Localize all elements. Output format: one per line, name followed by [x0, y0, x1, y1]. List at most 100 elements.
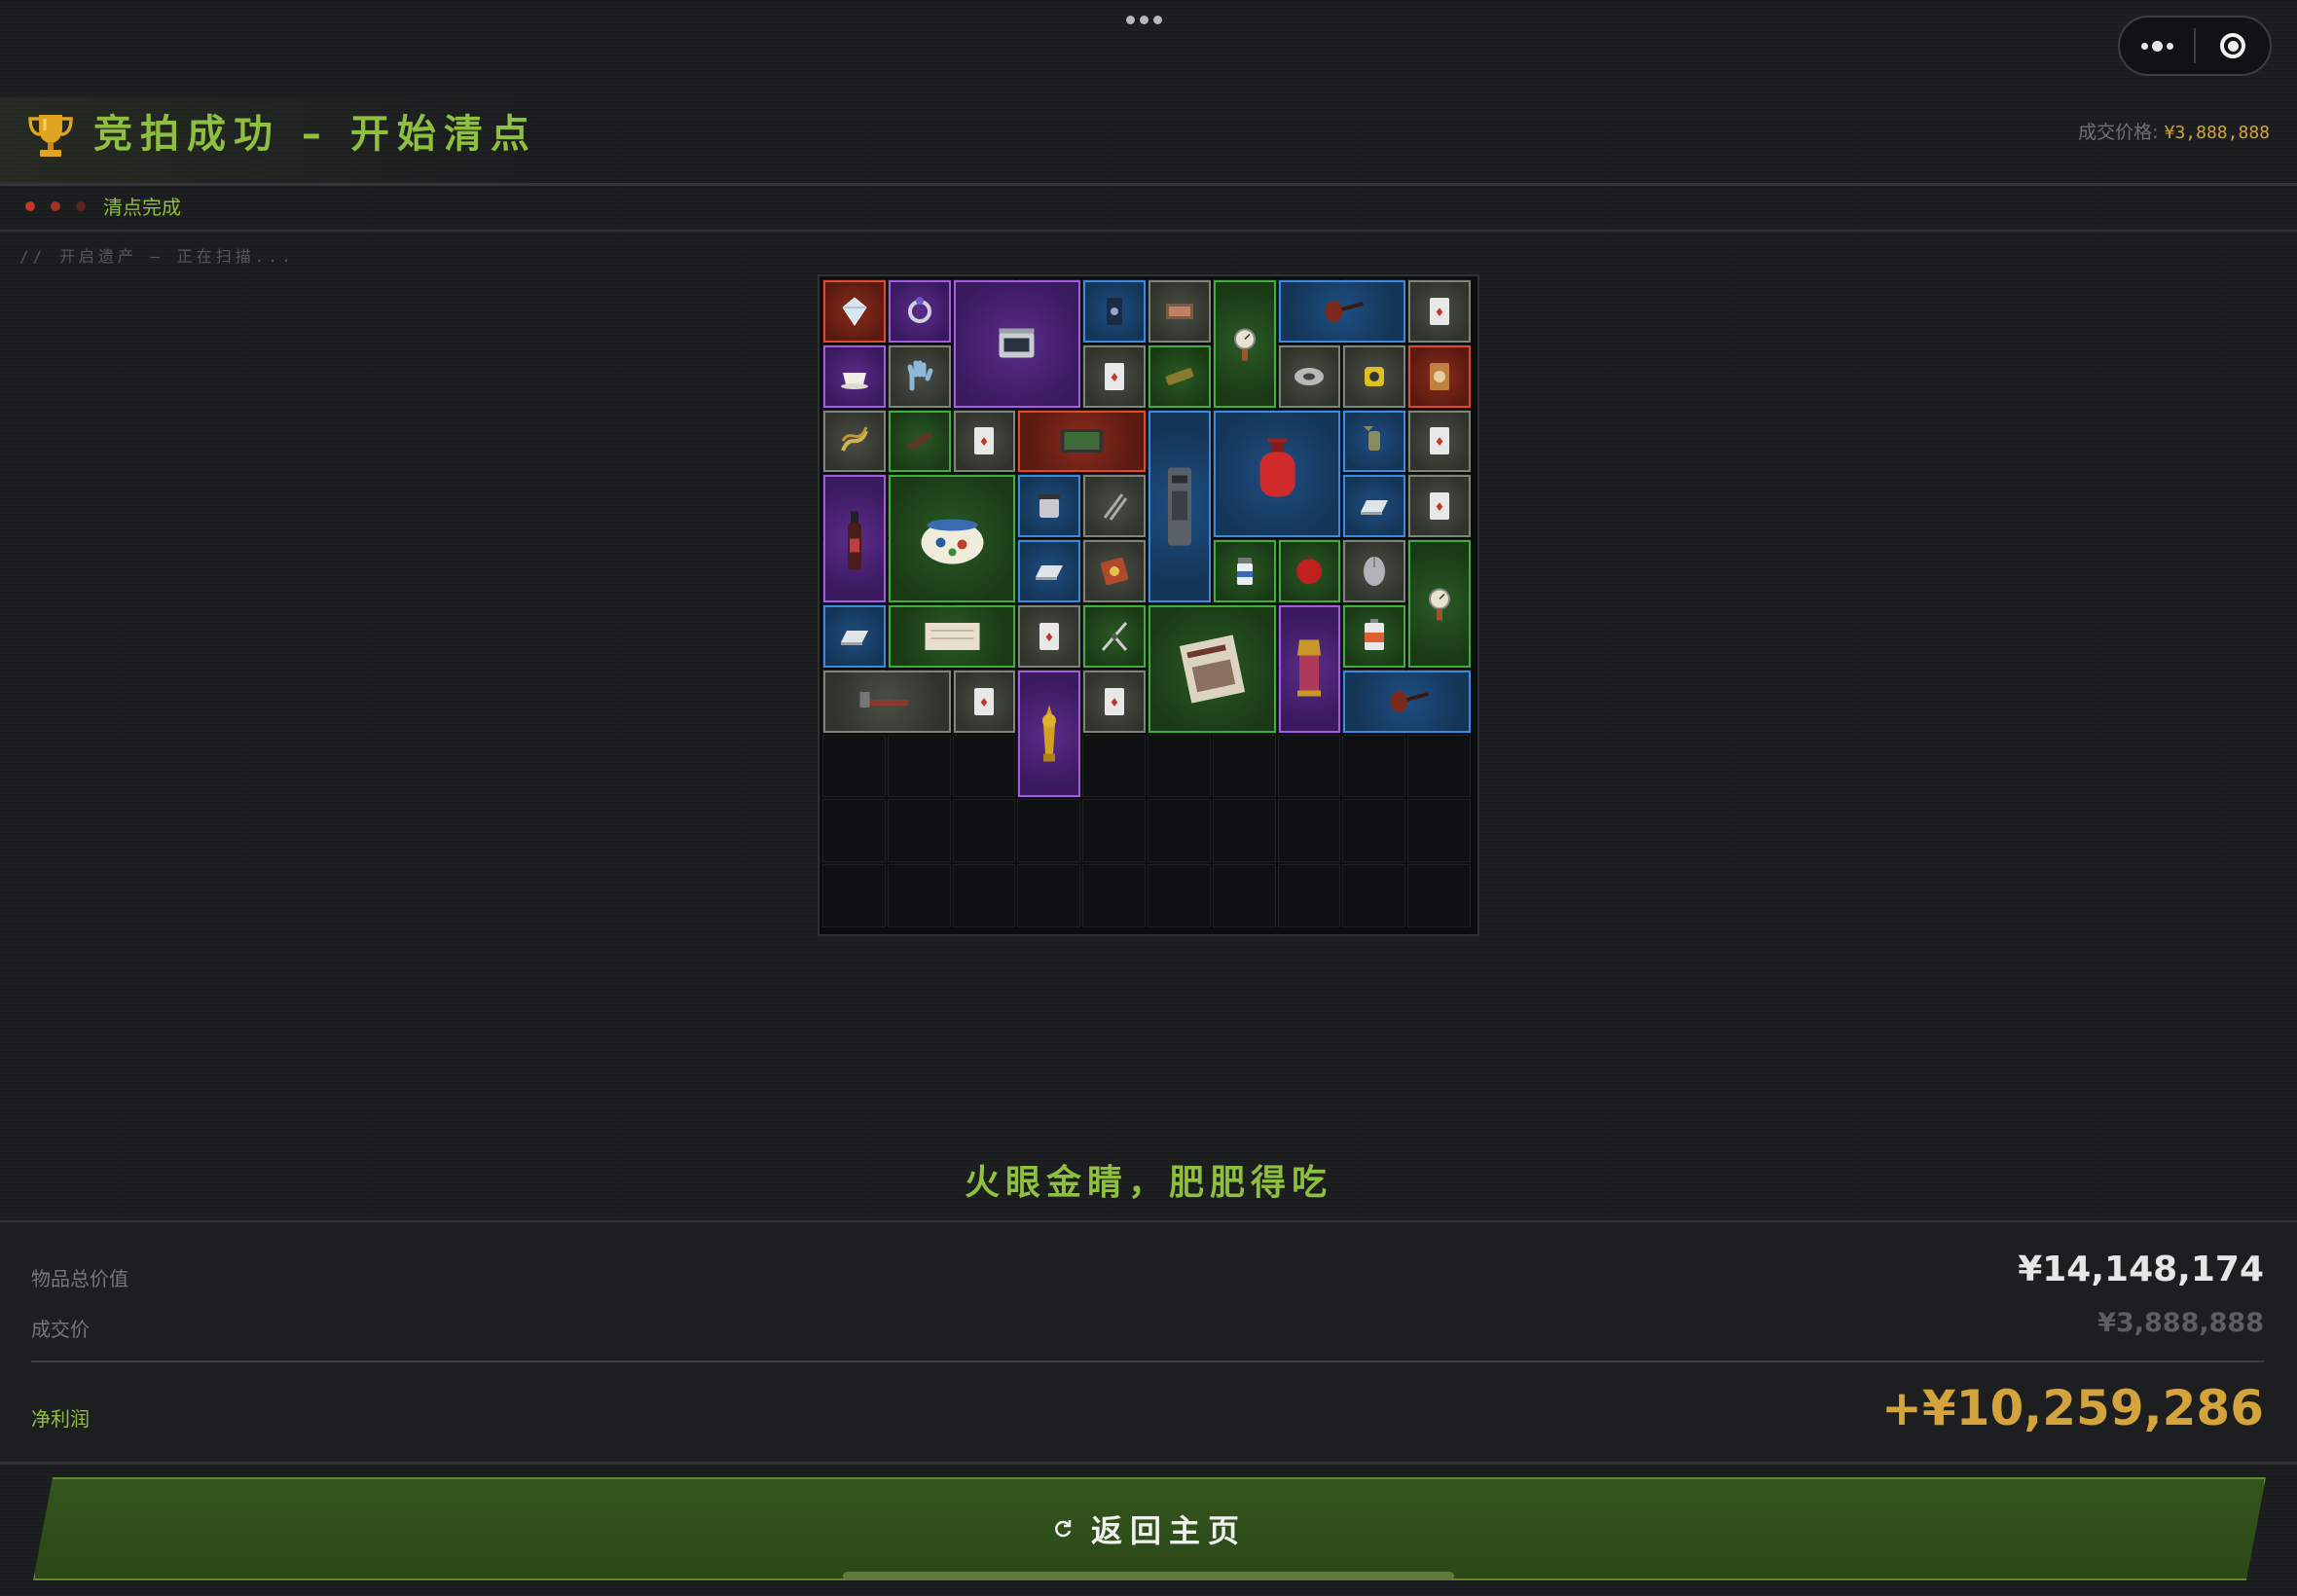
item-pipe[interactable] [1343, 670, 1471, 733]
item-gas-cylinder[interactable] [1213, 410, 1341, 538]
playing-card-icon: ♦ [1430, 492, 1450, 521]
item-silver-bar[interactable] [1018, 540, 1081, 602]
deal-price-label: 成交价格: [2078, 122, 2159, 143]
grid-cell [1407, 864, 1471, 927]
item-playing-card[interactable]: ♦ [1408, 410, 1471, 473]
grid-cell [887, 734, 951, 798]
item-incubator[interactable] [953, 280, 1081, 408]
pill-bottle-icon [1236, 558, 1253, 586]
silver-bar-icon [1361, 500, 1389, 516]
teacup-icon [840, 372, 868, 389]
mini-program-capsule [2118, 16, 2272, 76]
glove-icon [907, 360, 933, 391]
grid-cell [952, 864, 1016, 927]
deal-price-header: 成交价格: ¥3,888,888 [2078, 119, 2270, 147]
server-tower-icon [1167, 467, 1191, 546]
grid-cell [822, 864, 886, 927]
grid-cell [822, 734, 886, 798]
page-title: 竞拍成功 – 开始清点 [93, 112, 537, 157]
item-cigar[interactable] [888, 410, 951, 473]
summary-panel: 物品总价值 ¥14,148,174 成交价 ¥3,888,888 净利润 +¥1… [0, 1220, 2297, 1465]
item-tape-roll[interactable] [1278, 345, 1341, 408]
item-snack-pack[interactable] [1408, 345, 1471, 408]
item-ceramic-pot[interactable] [888, 475, 1016, 602]
more-options-icon[interactable] [2120, 18, 2194, 74]
ring-icon [907, 296, 931, 323]
grid-cell [1017, 864, 1081, 927]
grid-cell [1342, 864, 1406, 927]
svg-text:♦: ♦ [1044, 631, 1055, 644]
grid-cell [1277, 734, 1341, 798]
item-chip-bag[interactable] [1083, 540, 1146, 602]
total-value-label: 物品总价值 [31, 1267, 128, 1290]
playing-card-icon: ♦ [974, 687, 995, 715]
item-pliers[interactable] [1083, 605, 1146, 668]
item-playing-card[interactable]: ♦ [953, 670, 1016, 733]
grid-cell [1212, 864, 1276, 927]
paper-scroll-icon [925, 622, 980, 650]
item-lantern[interactable] [1278, 605, 1341, 733]
grid-cell [1148, 734, 1211, 798]
net-profit-value: +¥10,259,286 [1881, 1380, 2264, 1436]
grid-cell [1212, 734, 1276, 798]
grid-cell [1148, 799, 1211, 863]
item-playing-card[interactable]: ♦ [1408, 280, 1471, 343]
grid-cell [1277, 799, 1341, 863]
item-ring[interactable] [888, 280, 951, 343]
item-matchbox[interactable] [1148, 280, 1211, 343]
slogan-text: 火眼金睛，肥肥得吃 [964, 1163, 1332, 1203]
item-server-tower[interactable] [1148, 410, 1211, 602]
tongs-icon [1103, 493, 1128, 522]
item-rope[interactable] [823, 410, 886, 473]
item-teacup[interactable] [823, 345, 886, 408]
item-newspaper[interactable] [1148, 605, 1276, 733]
item-mouse[interactable] [1343, 540, 1406, 602]
diamond-icon [842, 297, 867, 326]
item-playing-card[interactable]: ♦ [1083, 670, 1146, 733]
return-home-button[interactable]: 返回主页 [33, 1477, 2266, 1580]
item-coffee-bag[interactable] [1083, 280, 1146, 343]
item-glove[interactable] [888, 345, 951, 408]
grid-cell [952, 799, 1016, 863]
item-candy[interactable] [1343, 410, 1406, 473]
item-pressure-gauge[interactable] [1213, 280, 1276, 408]
item-playing-card[interactable]: ♦ [1408, 475, 1471, 538]
item-pill-bottle[interactable] [1213, 540, 1276, 602]
item-paper-scroll[interactable] [888, 605, 1016, 668]
status-dot-1 [25, 201, 35, 211]
item-tablet[interactable] [1018, 410, 1146, 473]
pressure-gauge-icon [1233, 328, 1256, 361]
matchbox-icon [1165, 303, 1193, 319]
item-pipe[interactable] [1278, 280, 1406, 343]
header-bar: 竞拍成功 – 开始清点 成交价格: ¥3,888,888 [0, 97, 2297, 186]
item-apple[interactable] [1278, 540, 1341, 602]
item-playing-card[interactable]: ♦ [1018, 605, 1081, 668]
item-pressure-gauge[interactable] [1408, 540, 1471, 668]
status-text: 清点完成 [103, 196, 181, 219]
item-candy-bar[interactable] [1148, 345, 1211, 408]
golden-statue-icon [1042, 705, 1057, 762]
item-hammer[interactable] [823, 670, 951, 733]
item-silver-bar[interactable] [823, 605, 886, 668]
item-diamond[interactable] [823, 280, 886, 343]
item-playing-card[interactable]: ♦ [953, 410, 1016, 473]
status-dot-3 [76, 201, 86, 211]
grid-cell [1082, 864, 1146, 927]
item-battery[interactable] [1343, 605, 1406, 668]
item-playing-card[interactable]: ♦ [1083, 345, 1146, 408]
item-golden-statue[interactable] [1018, 670, 1081, 798]
item-spray-bottle[interactable] [823, 475, 886, 602]
candy-icon [1364, 426, 1381, 452]
more-dots-icon[interactable] [1126, 16, 1162, 24]
item-jar[interactable] [1018, 475, 1081, 538]
item-silver-bar[interactable] [1343, 475, 1406, 538]
tape-roll-icon [1294, 367, 1325, 385]
svg-text:♦: ♦ [1110, 696, 1120, 709]
grid-cell [887, 864, 951, 927]
scan-caption: // 开启遗产 – 正在扫描... [19, 247, 295, 266]
close-target-icon[interactable] [2196, 18, 2270, 74]
grid-cell [1082, 799, 1146, 863]
item-tape-measure[interactable] [1343, 345, 1406, 408]
item-tongs[interactable] [1083, 475, 1146, 538]
grid-cell [952, 734, 1016, 798]
